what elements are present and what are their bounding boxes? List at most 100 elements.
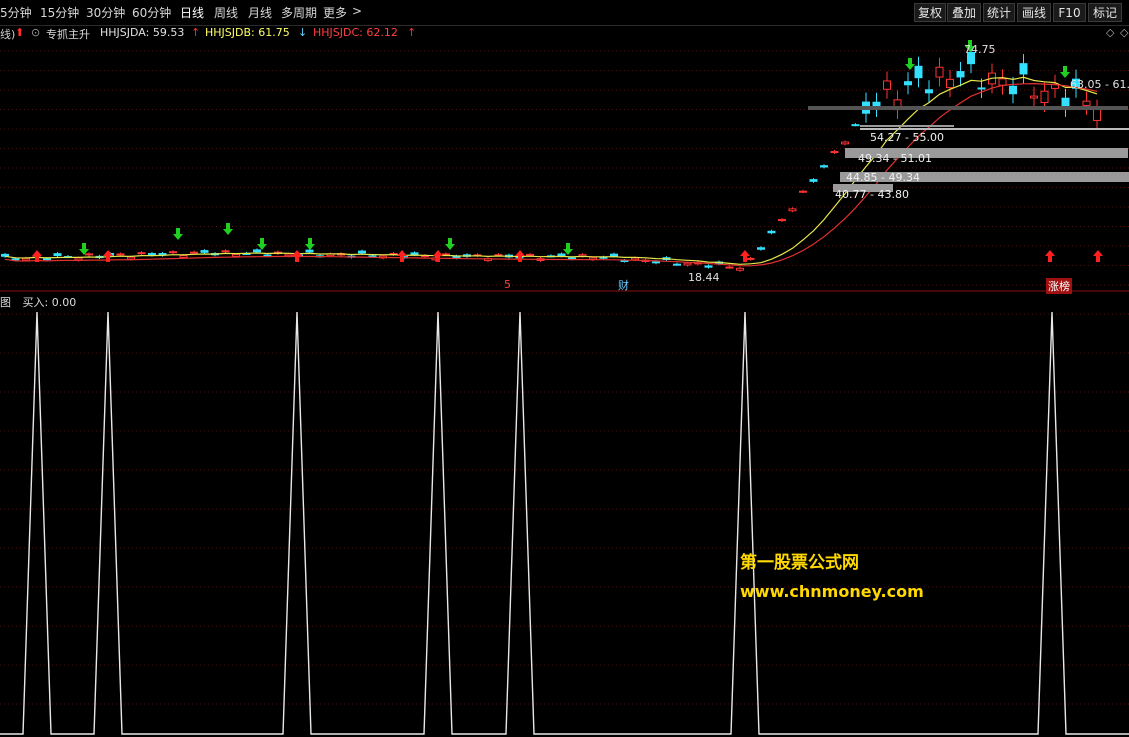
collapse-toggle-icon[interactable]: ⊙ — [31, 26, 40, 39]
chip-band — [808, 106, 1128, 110]
toolbar-button-4[interactable]: F10 — [1053, 3, 1086, 22]
candle-body — [652, 261, 660, 264]
period-tab-5[interactable]: 周线 — [214, 4, 238, 21]
band-price-label: 54.27 - 55.00 — [870, 131, 944, 144]
candle-body — [305, 249, 314, 253]
candle-body — [116, 253, 125, 256]
period-tab-0[interactable]: 5分钟 — [0, 4, 32, 21]
candle-body — [169, 251, 177, 254]
candle-body — [725, 266, 734, 269]
buy-arrow-icon — [292, 250, 302, 262]
candle-body — [43, 258, 51, 261]
candle-body — [736, 267, 744, 271]
candle-body — [253, 249, 261, 253]
arrow-up-icon: ↑ — [407, 26, 417, 39]
candle-body — [673, 263, 681, 266]
candle-body — [904, 81, 912, 86]
chip-band — [860, 125, 954, 127]
marker-cai: 财 — [618, 279, 629, 292]
candle-body — [610, 253, 618, 257]
candle-body — [914, 65, 923, 79]
watermark-title: 第一股票公式网 — [740, 553, 859, 573]
band-price-label: 44.85 - 49.34 — [846, 171, 920, 184]
candle-body — [568, 257, 576, 260]
toolbar-button-2[interactable]: 统计 — [983, 3, 1015, 22]
period-tab-7[interactable]: 多周期 — [281, 4, 317, 21]
candle-body — [925, 89, 933, 94]
legend-c-value: HHJSJDC: 62.12 — [313, 26, 398, 39]
toolbar-button-5[interactable]: 标记 — [1088, 3, 1122, 22]
candle-body — [127, 256, 135, 260]
candle-body — [526, 253, 534, 256]
buy-arrow-icon — [515, 250, 525, 262]
candle-body — [631, 257, 639, 261]
candle-body — [53, 253, 62, 257]
period-tab-2[interactable]: 30分钟 — [86, 4, 125, 21]
candle-body — [190, 251, 198, 254]
buy-signal-chart — [0, 311, 1129, 735]
candle-body — [809, 179, 818, 182]
candle-body — [799, 190, 807, 193]
diamond-icon[interactable]: ◇ — [1106, 26, 1114, 39]
candle-body — [179, 255, 188, 259]
candle-body — [200, 250, 209, 253]
candle-body — [767, 230, 776, 234]
candle-body — [263, 254, 272, 257]
up-arrow-icon: ⬆ — [15, 26, 25, 39]
buy-arrow-icon — [1045, 250, 1055, 262]
candle-body — [883, 80, 891, 90]
sell-arrow-icon — [173, 228, 183, 240]
candle-body — [788, 208, 797, 212]
sell-arrow-icon — [563, 243, 573, 255]
ma-line-yellow — [4, 76, 1098, 265]
period-tab-1[interactable]: 15分钟 — [40, 4, 79, 21]
candle-body — [232, 254, 240, 257]
candle-body — [1040, 90, 1049, 104]
toolbar-button-0[interactable]: 复权 — [914, 3, 946, 22]
band-price-label: 49.34 - 51.01 — [858, 152, 932, 165]
candle-body — [1093, 108, 1101, 121]
candle-body — [148, 253, 156, 256]
candle-body — [1082, 100, 1091, 106]
diamond-icon[interactable]: ◇ — [1120, 26, 1128, 39]
candle-body — [358, 250, 366, 254]
candle-body — [998, 78, 1007, 86]
high-price-label: 74.75 — [964, 43, 996, 56]
candle-body — [935, 66, 944, 78]
sell-arrow-icon — [305, 238, 315, 250]
sell-arrow-icon — [445, 238, 455, 250]
sell-arrow-icon — [79, 243, 89, 255]
candle-body — [557, 253, 566, 257]
buy-signal-line — [0, 311, 1129, 735]
candle-body — [1019, 63, 1028, 75]
watermark-url: www.chnmoney.com — [740, 582, 924, 601]
candle-body — [1030, 95, 1038, 99]
period-tab-6[interactable]: 月线 — [248, 4, 272, 21]
sell-arrow-icon — [1060, 66, 1070, 78]
candle-body — [74, 257, 83, 261]
candlestick-chart: 54.27 - 55.00 49.34 - 51.01 44.85 - 49.34 4… — [0, 40, 1129, 292]
buy-arrow-icon — [740, 250, 750, 262]
more-chevron-icon[interactable]: > — [352, 4, 362, 18]
candle-body — [85, 253, 93, 256]
legend-b-value: HHJSJDB: 61.75 — [205, 26, 290, 39]
candle-body — [746, 257, 755, 260]
candle-body — [1, 253, 9, 257]
marker-zhangting: 涨榜 — [1046, 278, 1072, 294]
candle-body — [946, 78, 954, 89]
sell-arrow-icon — [223, 223, 233, 235]
period-tab-4[interactable]: 日线 — [180, 4, 204, 21]
sell-arrow-icon — [257, 238, 267, 250]
toolbar-button-3[interactable]: 画线 — [1017, 3, 1051, 22]
period-toolbar: 5分钟 15分钟 30分钟 60分钟 日线 周线 月线 多周期 更多 > 复权 叠加 统计 画线 F10 标记 — [0, 0, 1129, 26]
band-price-label: 40.77 - 43.80 — [835, 188, 909, 201]
candle-body — [704, 265, 713, 268]
period-tab-8[interactable]: 更多 — [323, 4, 347, 21]
candle-body — [851, 124, 860, 127]
candle-body — [221, 250, 230, 253]
candle-body — [757, 247, 765, 250]
toolbar-button-1[interactable]: 叠加 — [947, 3, 981, 22]
low-price-label: 18.44 — [688, 271, 720, 284]
period-tab-3[interactable]: 60分钟 — [132, 4, 171, 21]
candle-body — [820, 165, 828, 168]
